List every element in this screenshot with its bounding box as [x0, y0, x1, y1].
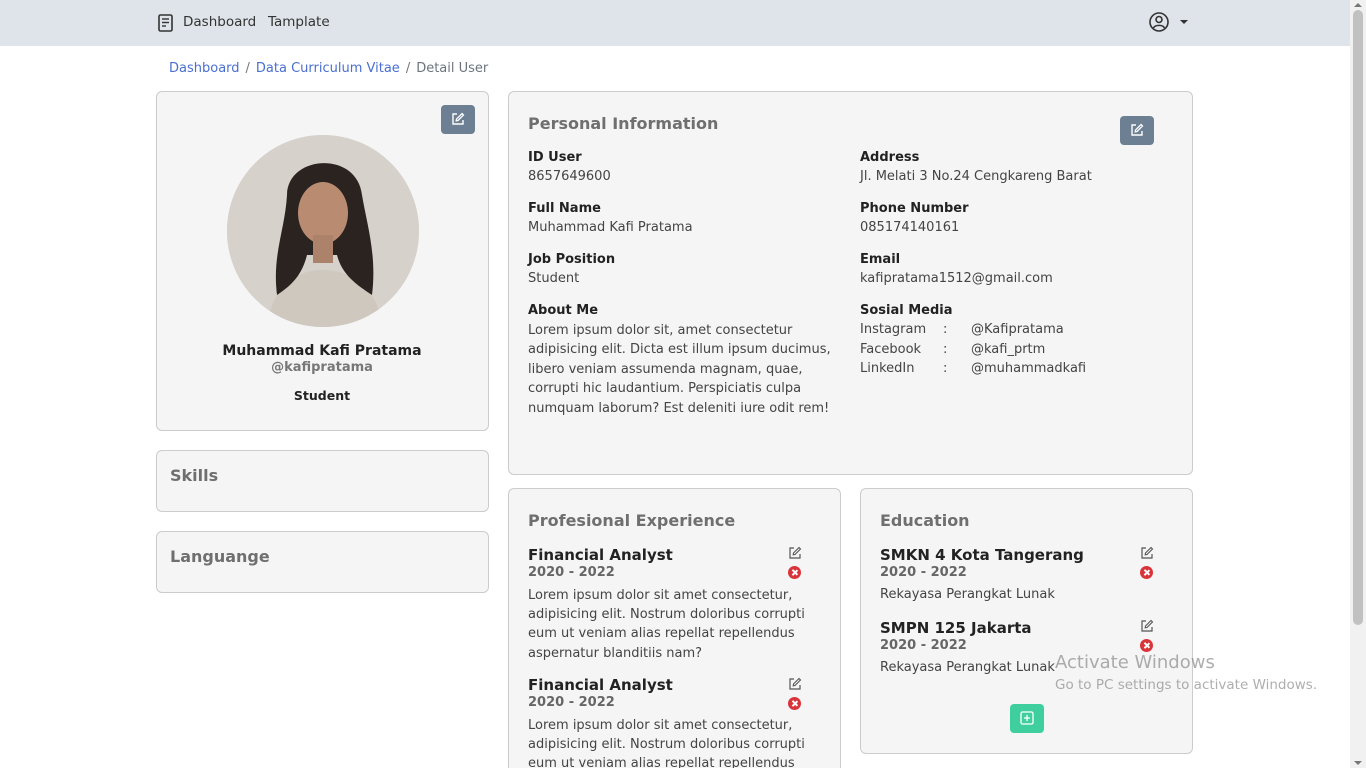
social-platform: LinkedIn: [860, 361, 915, 376]
scroll-up-arrow-icon[interactable]: [1354, 3, 1362, 7]
edit-education-icon[interactable]: [1140, 546, 1154, 560]
add-education-button[interactable]: [1010, 704, 1044, 733]
breadcrumb-dashboard[interactable]: Dashboard: [169, 61, 240, 76]
personal-info-card: Personal Information ID User 8657649600 …: [508, 91, 1193, 475]
delete-experience-icon[interactable]: [788, 697, 801, 710]
language-title: Languange: [170, 547, 270, 566]
job-position-label: Job Position: [528, 252, 616, 267]
profile-handle: @kafipratama: [271, 360, 373, 375]
social-platform: Instagram: [860, 322, 927, 337]
edit-experience-icon[interactable]: [788, 677, 802, 691]
breadcrumb: Dashboard / Data Curriculum Vitae / Deta…: [169, 61, 488, 76]
avatar: [227, 135, 419, 327]
page-scrollbar[interactable]: [1350, 0, 1366, 768]
education-card: Education SMKN 4 Kota Tangerang 2020 - 2…: [860, 488, 1193, 754]
edit-education-icon[interactable]: [1140, 619, 1154, 633]
activate-windows-title: Activate Windows: [1055, 652, 1215, 673]
experience-item-years: 2020 - 2022: [528, 695, 615, 710]
user-menu-caret-icon[interactable]: [1180, 20, 1188, 24]
education-item-years: 2020 - 2022: [880, 565, 967, 580]
plus-square-icon: [1020, 711, 1034, 725]
scroll-down-arrow-icon[interactable]: [1354, 761, 1362, 765]
social-platform: Facebook: [860, 342, 922, 357]
profile-card: Muhammad Kafi Pratama @kafipratama Stude…: [156, 91, 489, 431]
experience-item-title: Financial Analyst: [528, 546, 673, 564]
experience-item-years: 2020 - 2022: [528, 565, 615, 580]
email-label: Email: [860, 252, 901, 267]
delete-education-icon[interactable]: [1140, 639, 1153, 652]
social-separator: :: [943, 322, 948, 337]
document-icon[interactable]: [158, 14, 173, 32]
nav-link-dashboard[interactable]: Dashboard: [183, 14, 256, 30]
edit-icon: [1131, 123, 1144, 136]
social-separator: :: [943, 361, 948, 376]
skills-title: Skills: [170, 466, 219, 485]
education-item-years: 2020 - 2022: [880, 638, 967, 653]
breadcrumb-separator: /: [405, 61, 411, 76]
language-card: Languange: [156, 531, 489, 593]
delete-experience-icon[interactable]: [788, 566, 801, 579]
education-item-major: Rekayasa Perangkat Lunak: [880, 660, 1055, 675]
education-item-title: SMKN 4 Kota Tangerang: [880, 546, 1084, 564]
social-handle[interactable]: @Kafipratama: [971, 322, 1064, 337]
email-value: kafipratama1512@gmail.com: [860, 271, 1053, 286]
experience-item-description: Lorem ipsum dolor sit amet consectetur, …: [528, 718, 805, 768]
job-position-value: Student: [528, 271, 580, 286]
social-media-label: Sosial Media: [860, 303, 953, 318]
experience-item-title: Financial Analyst: [528, 676, 673, 694]
social-handle[interactable]: @kafi_prtm: [971, 342, 1045, 357]
full-name-value: Muhammad Kafi Pratama: [528, 220, 693, 235]
id-user-value: 8657649600: [528, 169, 611, 184]
scrollbar-thumb[interactable]: [1353, 10, 1363, 625]
breadcrumb-data-cv[interactable]: Data Curriculum Vitae: [256, 61, 400, 76]
education-item-major: Rekayasa Perangkat Lunak: [880, 587, 1055, 602]
profile-role: Student: [293, 388, 351, 403]
edit-profile-button[interactable]: [441, 105, 475, 134]
address-label: Address: [860, 150, 920, 165]
social-handle[interactable]: @muhammadkafi: [971, 361, 1086, 376]
about-me-text: Lorem ipsum dolor sit, amet consectetur …: [528, 323, 831, 416]
social-separator: :: [943, 342, 948, 357]
breadcrumb-current: Detail User: [416, 61, 489, 76]
education-item-title: SMPN 125 Jakarta: [880, 619, 1032, 637]
id-user-label: ID User: [528, 150, 582, 165]
profile-name: Muhammad Kafi Pratama: [222, 343, 422, 359]
education-title: Education: [880, 511, 970, 530]
personal-info-title: Personal Information: [528, 114, 719, 133]
experience-card: Profesional Experience Financial Analyst…: [508, 488, 841, 768]
edit-experience-icon[interactable]: [788, 546, 802, 560]
nav-link-template[interactable]: Tamplate: [268, 14, 330, 30]
breadcrumb-separator: /: [245, 61, 250, 76]
phone-label: Phone Number: [860, 201, 969, 216]
address-value: Jl. Melati 3 No.24 Cengkareng Barat: [860, 169, 1092, 184]
full-name-label: Full Name: [528, 201, 601, 216]
about-me-label: About Me: [528, 303, 599, 318]
skills-card: Skills: [156, 450, 489, 512]
top-navbar: Dashboard Tamplate: [0, 0, 1350, 46]
user-circle-icon[interactable]: [1148, 11, 1170, 33]
delete-education-icon[interactable]: [1140, 566, 1153, 579]
edit-personal-info-button[interactable]: [1120, 116, 1154, 145]
experience-item-description: Lorem ipsum dolor sit amet consectetur, …: [528, 588, 805, 661]
experience-title: Profesional Experience: [528, 511, 736, 530]
phone-value: 085174140161: [860, 220, 960, 235]
activate-windows-subtitle: Go to PC settings to activate Windows.: [1055, 677, 1318, 693]
edit-icon: [452, 112, 465, 125]
